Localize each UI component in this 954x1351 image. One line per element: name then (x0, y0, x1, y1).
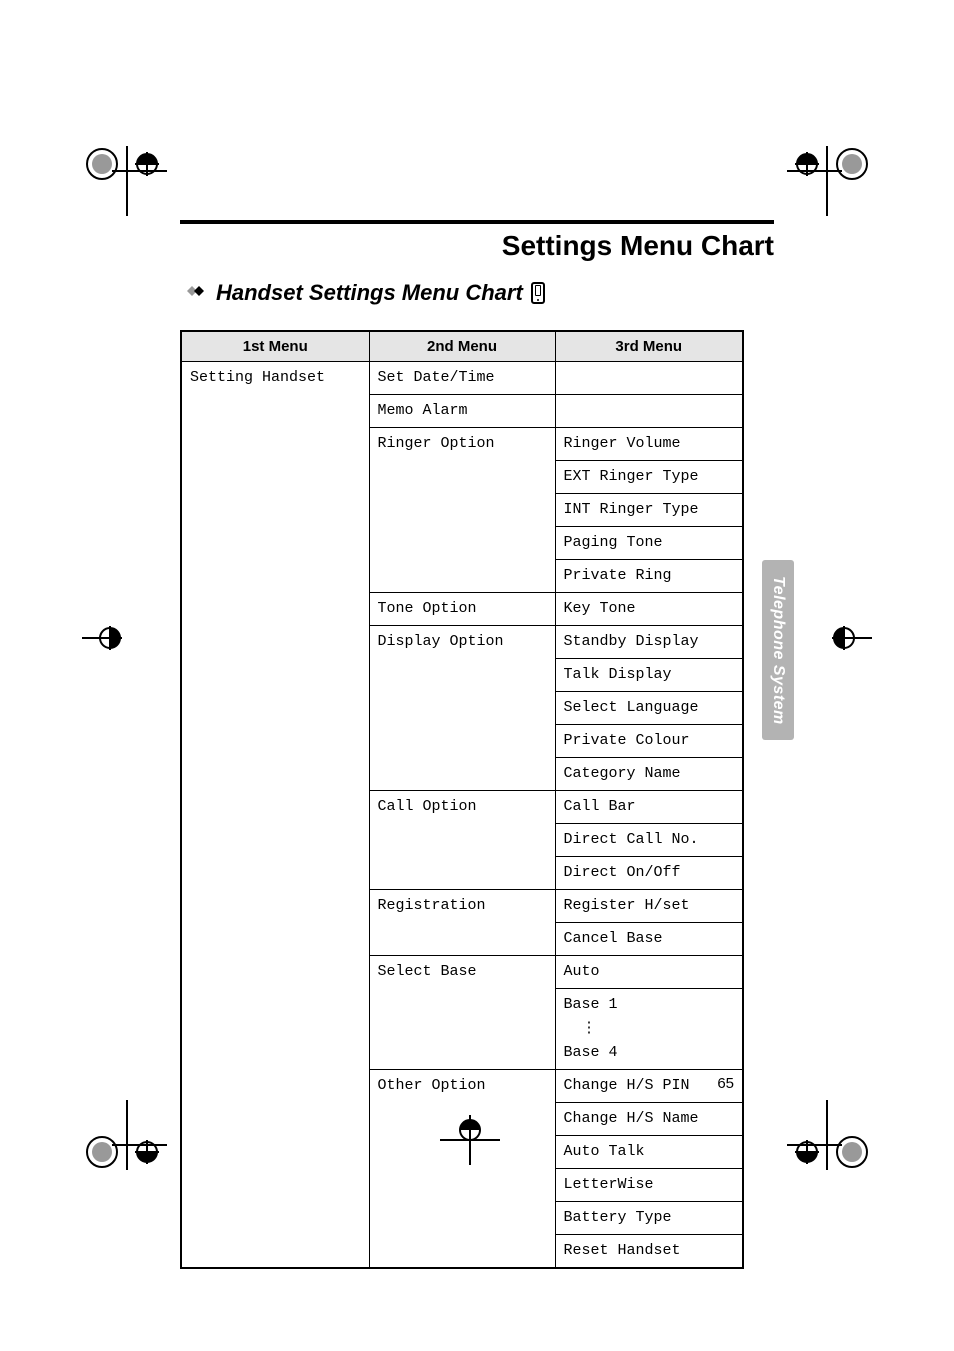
page-header: Settings Menu Chart (180, 220, 774, 262)
crop-mark (822, 608, 882, 668)
menu-table: 1st Menu 2nd Menu 3rd Menu Setting Hands… (180, 330, 744, 1269)
page-number: 65 (717, 1075, 734, 1092)
cell-2nd-menu: Select Base (369, 956, 555, 1070)
cell-3rd-menu: Private Colour (555, 725, 743, 758)
cell-3rd-menu: INT Ringer Type (555, 494, 743, 527)
cell-2nd-menu: Call Option (369, 791, 555, 890)
handset-icon (531, 282, 545, 304)
cell-3rd-menu: Key Tone (555, 593, 743, 626)
cell-3rd-menu: Talk Display (555, 659, 743, 692)
cell-3rd-menu: LetterWise (555, 1169, 743, 1202)
cell-3rd-menu: Register H/set (555, 890, 743, 923)
crop-mark (72, 1080, 172, 1180)
menu-chart-table: 1st Menu 2nd Menu 3rd Menu Setting Hands… (180, 330, 742, 1269)
cell-3rd-menu: Direct On/Off (555, 857, 743, 890)
cell-2nd-menu: Memo Alarm (369, 395, 555, 428)
table-header-row: 1st Menu 2nd Menu 3rd Menu (181, 331, 743, 362)
cell-1st-menu: Setting Handset (181, 362, 369, 1269)
cell-3rd-menu (555, 395, 743, 428)
crop-mark (72, 608, 132, 668)
title-rule (180, 220, 774, 224)
cell-3rd-menu: Category Name (555, 758, 743, 791)
table-row: Setting HandsetSet Date/Time (181, 362, 743, 395)
cell-3rd-menu: Private Ring (555, 560, 743, 593)
cell-3rd-menu: Battery Type (555, 1202, 743, 1235)
crop-mark (782, 136, 882, 236)
cell-3rd-menu: Reset Handset (555, 1235, 743, 1269)
page-title: Settings Menu Chart (180, 230, 774, 262)
cell-3rd-menu: Paging Tone (555, 527, 743, 560)
cell-2nd-menu: Ringer Option (369, 428, 555, 593)
page: Settings Menu Chart Handset Settings Men… (0, 0, 954, 1351)
cell-3rd-menu: Auto Talk (555, 1136, 743, 1169)
cell-3rd-menu (555, 362, 743, 395)
col-header-2: 2nd Menu (369, 331, 555, 362)
cell-3rd-menu: Direct Call No. (555, 824, 743, 857)
cell-3rd-menu: Auto (555, 956, 743, 989)
cell-3rd-menu: Call Bar (555, 791, 743, 824)
cell-2nd-menu: Display Option (369, 626, 555, 791)
cell-2nd-menu: Tone Option (369, 593, 555, 626)
cell-2nd-menu: Other Option (369, 1070, 555, 1269)
cell-3rd-menu: Cancel Base (555, 923, 743, 956)
col-header-1: 1st Menu (181, 331, 369, 362)
cell-3rd-menu: Standby Display (555, 626, 743, 659)
cell-3rd-menu: EXT Ringer Type (555, 461, 743, 494)
section-tab: Telephone System (762, 560, 794, 740)
diamond-bullet-icon (180, 282, 208, 305)
section-tab-label: Telephone System (769, 576, 787, 725)
cell-3rd-menu: Change H/S PIN (555, 1070, 743, 1103)
section-header: Handset Settings Menu Chart (180, 280, 545, 306)
cell-2nd-menu: Set Date/Time (369, 362, 555, 395)
crop-mark (72, 136, 172, 236)
cell-3rd-menu: Select Language (555, 692, 743, 725)
cell-2nd-menu: Registration (369, 890, 555, 956)
cell-3rd-menu: Ringer Volume (555, 428, 743, 461)
cell-3rd-menu: Base 1 ⋮ Base 4 (555, 989, 743, 1070)
col-header-3: 3rd Menu (555, 331, 743, 362)
cell-3rd-menu: Change H/S Name (555, 1103, 743, 1136)
section-title: Handset Settings Menu Chart (216, 280, 523, 306)
crop-mark (782, 1080, 882, 1180)
